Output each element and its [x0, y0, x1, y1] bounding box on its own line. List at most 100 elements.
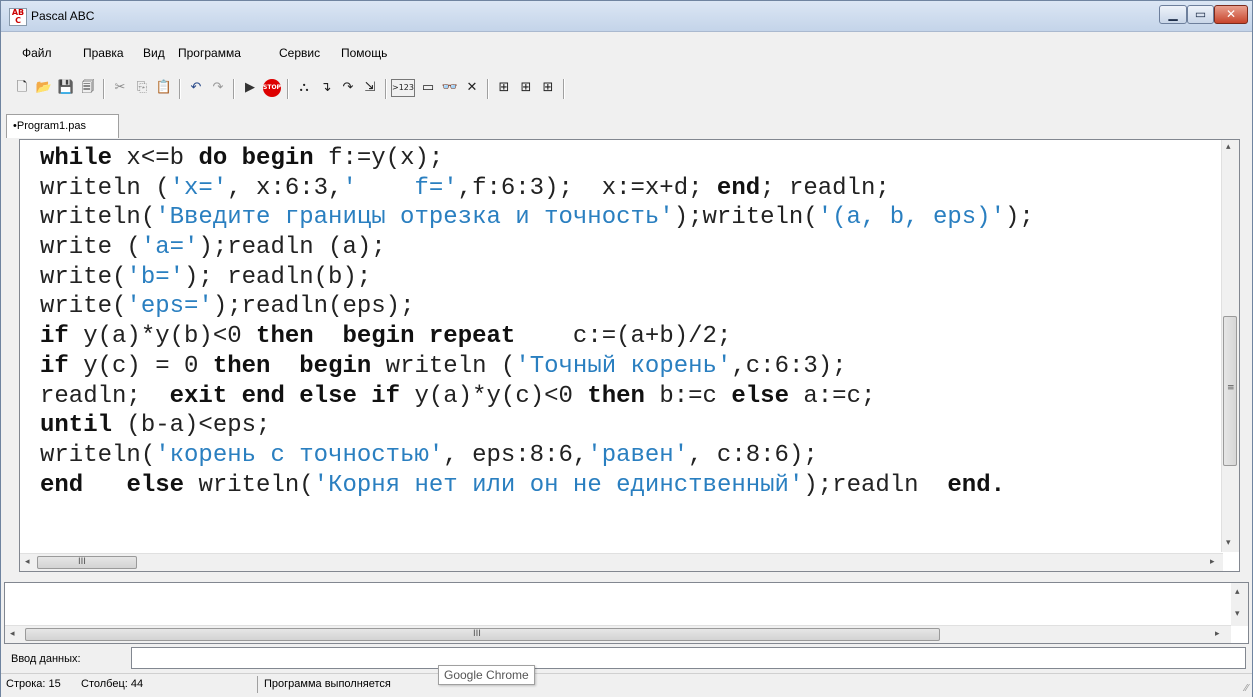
- code-keyword: then: [212, 352, 271, 380]
- run-icon[interactable]: ▶: [241, 79, 259, 97]
- editor-vertical-thumb[interactable]: ≡: [1223, 316, 1237, 466]
- resize-grip-icon[interactable]: ⁄⁄: [1245, 683, 1248, 694]
- code-text: write(: [40, 293, 127, 321]
- close-button[interactable]: ✕: [1214, 5, 1248, 24]
- stop-icon[interactable]: STOP: [263, 79, 281, 97]
- code-string: 'b=': [126, 263, 185, 291]
- save-icon[interactable]: 💾: [57, 79, 75, 97]
- code-string: 'a=': [140, 234, 199, 262]
- code-keyword: begin: [342, 323, 415, 351]
- scroll-left-icon[interactable]: ◂: [25, 557, 30, 567]
- cut-icon[interactable]: ✂: [111, 79, 129, 97]
- watch-icon[interactable]: >123: [391, 79, 415, 97]
- code-line[interactable]: writeln('корень с точностью', eps:8:6,'р…: [40, 441, 1034, 471]
- tooltip: Google Chrome: [438, 665, 535, 685]
- code-line[interactable]: while x<=b do begin f:=y(x);: [40, 144, 1034, 174]
- code-line[interactable]: if y(c) = 0 then begin writeln ('Точный …: [40, 352, 1034, 382]
- window-title: Pascal ABC: [31, 9, 95, 23]
- format-icon-2[interactable]: ⊞: [517, 79, 535, 97]
- output-vertical-scrollbar[interactable]: ▴ ▾: [1231, 583, 1248, 626]
- minimize-icon: ▁: [1168, 7, 1178, 21]
- code-string: 'Введите границы отрезка и точность': [155, 204, 674, 232]
- code-line[interactable]: readln; exit end else if y(a)*y(c)<0 the…: [40, 382, 1034, 412]
- output-horizontal-scrollbar[interactable]: ◂ III ▸: [5, 625, 1231, 643]
- code-string: 'равен': [587, 441, 689, 469]
- code-text: a:=c;: [788, 382, 876, 410]
- code-text: y(a)*y(c)<0: [400, 382, 588, 410]
- app-window: AB C Pascal ABC ▁ ▭ ✕ Файл Правка Вид Пр…: [0, 0, 1253, 697]
- scroll-left-icon[interactable]: ◂: [10, 629, 15, 639]
- scroll-right-icon[interactable]: ▸: [1210, 557, 1215, 567]
- glasses-icon[interactable]: 👓: [441, 79, 459, 97]
- code-content[interactable]: while x<=b do begin f:=y(x); writeln ('x=…: [40, 144, 1034, 500]
- code-line[interactable]: write('b='); readln(b);: [40, 263, 1034, 293]
- maximize-button[interactable]: ▭: [1187, 5, 1214, 24]
- code-text: write(: [40, 263, 127, 291]
- code-line[interactable]: write('eps=');readln(eps);: [40, 292, 1034, 322]
- toolbar-separator: [385, 79, 387, 99]
- scroll-down-icon[interactable]: ▾: [1235, 609, 1240, 619]
- editor-horizontal-scrollbar[interactable]: ◂ III ▸: [20, 553, 1223, 571]
- code-keyword: end: [40, 471, 84, 499]
- title-bar[interactable]: AB C Pascal ABC ▁ ▭ ✕: [1, 1, 1252, 32]
- menu-view[interactable]: Вид: [143, 46, 165, 60]
- code-keyword: end: [241, 382, 285, 410]
- paste-icon[interactable]: 📋: [155, 79, 173, 97]
- redo-icon[interactable]: ↷: [209, 79, 227, 97]
- code-text: writeln(: [40, 204, 156, 232]
- format-icon-1[interactable]: ⊞: [495, 79, 513, 97]
- copy-icon[interactable]: ⎘: [133, 79, 151, 97]
- code-line[interactable]: until (b-a)<eps;: [40, 411, 1034, 441]
- code-text: ,f:6:3); x:=x+d;: [457, 174, 717, 202]
- code-line[interactable]: if y(a)*y(b)<0 then begin repeat c:=(a+b…: [40, 322, 1034, 352]
- format-icon-3[interactable]: ⊞: [539, 79, 557, 97]
- menu-file[interactable]: Файл: [22, 46, 52, 60]
- step-into-icon[interactable]: ↴: [317, 79, 335, 97]
- toolbar-separator: [487, 79, 489, 99]
- tab-program1[interactable]: •Program1.pas: [6, 114, 119, 138]
- undo-icon[interactable]: ↶: [187, 79, 205, 97]
- code-text: ; readln;: [760, 174, 890, 202]
- output-window[interactable]: ▴ ▾ ◂ III ▸: [4, 582, 1249, 644]
- editor-vertical-scrollbar[interactable]: ▴ ≡ ▾: [1221, 140, 1239, 552]
- code-text: write (: [40, 234, 141, 262]
- save-all-icon[interactable]: 🗐: [79, 79, 97, 97]
- scroll-up-icon[interactable]: ▴: [1226, 142, 1231, 152]
- debug-icon[interactable]: ⛬: [295, 79, 313, 97]
- scroll-down-icon[interactable]: ▾: [1226, 538, 1231, 548]
- close-x-icon[interactable]: ✕: [463, 79, 481, 97]
- scroll-right-icon[interactable]: ▸: [1215, 629, 1220, 639]
- thumb-grip-icon: III: [78, 557, 86, 567]
- editor-horizontal-thumb[interactable]: III: [37, 556, 137, 569]
- code-keyword: else: [299, 382, 357, 410]
- scroll-up-icon[interactable]: ▴: [1235, 587, 1240, 597]
- menu-program[interactable]: Программа: [178, 46, 241, 60]
- code-keyword: begin: [299, 352, 372, 380]
- minimize-button[interactable]: ▁: [1159, 5, 1187, 24]
- code-line[interactable]: end else writeln('Корня нет или он не ед…: [40, 471, 1034, 501]
- code-text: );readln (a);: [198, 234, 386, 262]
- code-line[interactable]: writeln ('x=', x:6:3,' f=',f:6:3); x:=x+…: [40, 174, 1034, 204]
- step-over-icon[interactable]: ↷: [339, 79, 357, 97]
- step-out-icon[interactable]: ⇲: [361, 79, 379, 97]
- code-editor[interactable]: while x<=b do begin f:=y(x); writeln ('x=…: [19, 139, 1240, 572]
- menu-edit[interactable]: Правка: [83, 46, 124, 60]
- input-data-field[interactable]: [131, 647, 1246, 669]
- thumb-grip-icon: ≡: [1227, 383, 1235, 393]
- window-icon[interactable]: ▭: [419, 79, 437, 97]
- code-keyword: begin: [241, 145, 314, 172]
- code-text: (b-a)<eps;: [112, 412, 271, 440]
- new-file-icon[interactable]: 🗋: [13, 79, 31, 97]
- code-line[interactable]: writeln('Введите границы отрезка и точно…: [40, 203, 1034, 233]
- status-message: Программа выполняется: [264, 678, 391, 690]
- menu-service[interactable]: Сервис: [279, 46, 320, 60]
- menu-help[interactable]: Помощь: [341, 46, 387, 60]
- output-horizontal-thumb[interactable]: III: [25, 628, 940, 641]
- open-folder-icon[interactable]: 📂: [35, 79, 53, 97]
- code-string: 'Корня нет или он не единственный': [313, 471, 804, 499]
- code-line[interactable]: write ('a=');readln (a);: [40, 233, 1034, 263]
